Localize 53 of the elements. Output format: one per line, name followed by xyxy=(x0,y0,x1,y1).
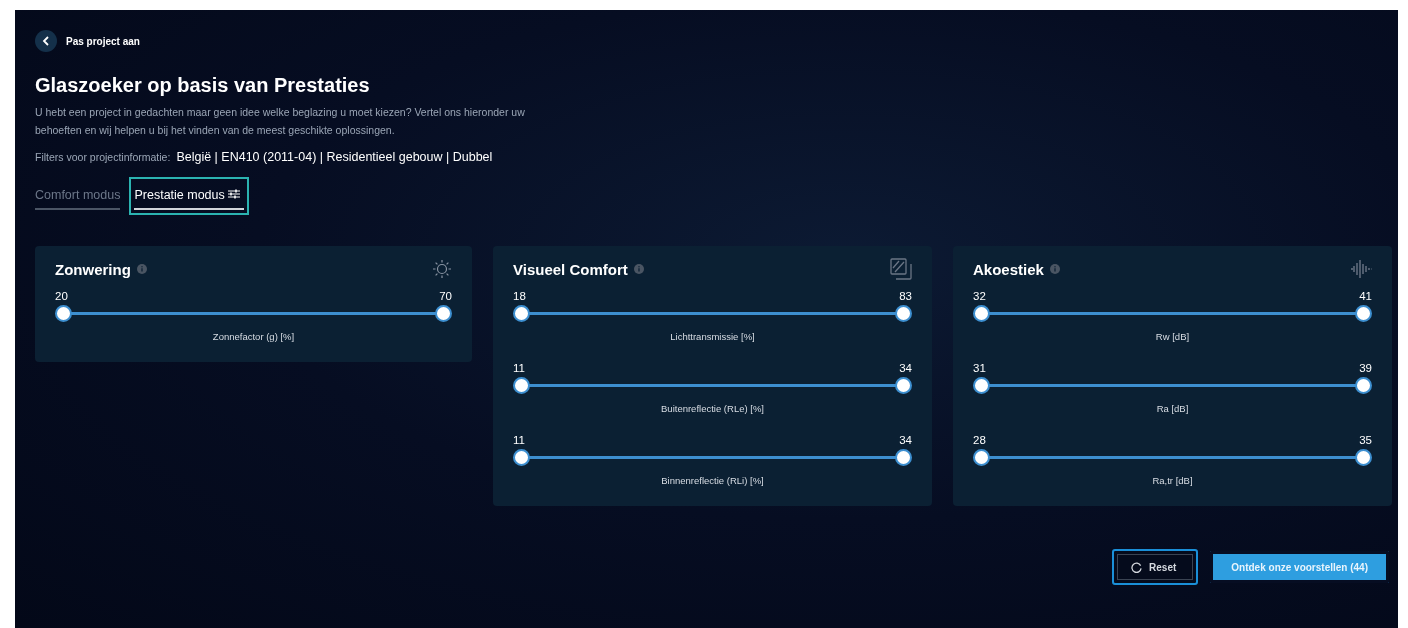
page-description: U hebt een project in gedachten maar geen idee welke beglazing u moet kiezen? Vertel ons hieronder uw behoeften en wij helpen u bij het vinden van de meest geschikte oplossingen. xyxy=(35,105,526,138)
slider-label: Ra,tr [dB] xyxy=(1151,475,1194,486)
mode-tab[interactable]: Comfort modus xyxy=(35,182,121,210)
filters-value: België | EN410 (2011-04) | Residentieel gebouw | Dubbel xyxy=(176,150,493,164)
slider-thumb[interactable] xyxy=(55,305,72,322)
filters-label: Filters voor projectinformatie: xyxy=(35,151,171,163)
slider-label: Buitenreflectie (RLe) [%] xyxy=(660,403,765,414)
slider-thumb[interactable] xyxy=(895,305,912,322)
glass-panes-icon xyxy=(890,258,912,280)
card-title: Akoestiek xyxy=(973,260,1044,278)
range-max-value: 83 xyxy=(899,290,912,302)
sliders-icon xyxy=(228,189,241,199)
range-max-value: 70 xyxy=(439,290,452,302)
range-min-value: 11 xyxy=(513,362,525,374)
back-button[interactable] xyxy=(35,30,57,52)
slider-thumb[interactable] xyxy=(973,449,990,466)
slider-label: Lichttransmissie [%] xyxy=(669,331,756,342)
back-link[interactable]: Pas project aan xyxy=(66,35,140,47)
slider-thumb[interactable] xyxy=(1355,449,1372,466)
range-max-value: 34 xyxy=(899,362,912,374)
refresh-icon xyxy=(1131,561,1143,573)
slider-thumb[interactable] xyxy=(895,377,912,394)
reset-button[interactable]: Reset xyxy=(1112,549,1199,585)
range-max-value: 35 xyxy=(1359,434,1372,446)
sound-wave-icon xyxy=(1350,259,1372,279)
slider-label: Binnenreflectie (RLi) [%] xyxy=(660,475,765,486)
range-min-value: 20 xyxy=(55,290,68,302)
range-min-value: 18 xyxy=(513,290,526,302)
mode-tab[interactable]: Prestatie modus xyxy=(134,182,245,210)
slider-thumb[interactable] xyxy=(895,449,912,466)
range-min-value: 31 xyxy=(973,362,986,374)
range-min-value: 32 xyxy=(973,290,986,302)
slider-thumb[interactable] xyxy=(973,377,990,394)
range-max-value: 34 xyxy=(899,434,912,446)
slider-thumb[interactable] xyxy=(513,305,530,322)
range-max-value: 39 xyxy=(1359,362,1372,374)
slider-label: Rw [dB] xyxy=(1154,331,1191,342)
range-min-value: 11 xyxy=(513,434,525,446)
slider-label: Ra [dB] xyxy=(1155,403,1190,414)
chevron-left-icon xyxy=(42,36,50,46)
range-min-value: 28 xyxy=(973,434,986,446)
slider-label: Zonnefactor (g) [%] xyxy=(211,331,296,342)
card-title: Visueel Comfort xyxy=(513,260,628,278)
slider-thumb[interactable] xyxy=(973,305,990,322)
sun-icon xyxy=(432,259,452,279)
slider-thumb[interactable] xyxy=(1355,305,1372,322)
slider-thumb[interactable] xyxy=(1355,377,1372,394)
card-title: Zonwering xyxy=(55,260,131,278)
slider-thumb[interactable] xyxy=(513,377,530,394)
slider-thumb[interactable] xyxy=(513,449,530,466)
slider-thumb[interactable] xyxy=(435,305,452,322)
page-title: Glaszoeker op basis van Prestaties xyxy=(35,74,371,97)
range-max-value: 41 xyxy=(1359,290,1372,302)
